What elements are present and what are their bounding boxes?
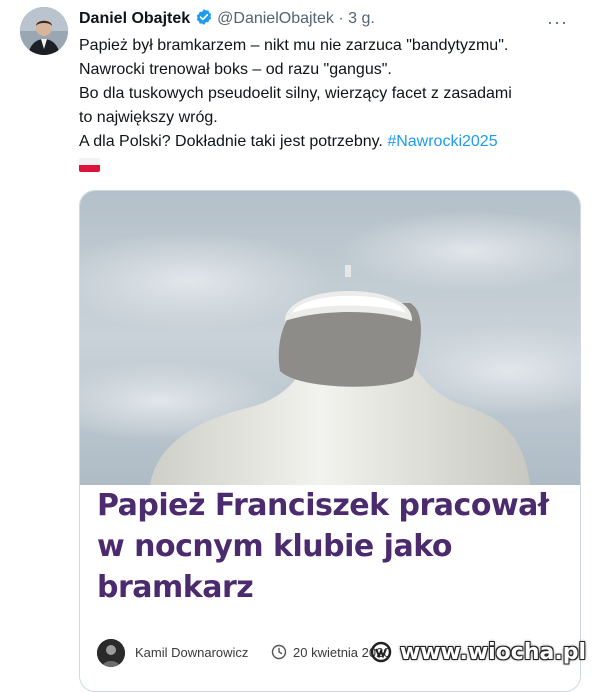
- tweet-text: Papież był bramkarzem – nikt mu nie zarz…: [79, 34, 589, 154]
- timestamp[interactable]: 3 g.: [348, 10, 375, 27]
- card-title[interactable]: Papież Franciszek pracował w nocnym klub…: [97, 485, 567, 608]
- card-author-name: Kamil Downarowicz: [135, 645, 249, 660]
- watermark: www.wiocha.pl: [370, 640, 586, 665]
- tweet-header: Daniel Obajtek @DanielObajtek · 3 g. ···: [79, 8, 586, 33]
- tweet-line: Papież był bramkarzem – nikt mu nie zarz…: [79, 37, 509, 54]
- tweet-line: A dla Polski? Dokładnie taki jest potrze…: [79, 130, 589, 154]
- card-title-line: Papież Franciszek pracował: [97, 488, 549, 523]
- card-title-line: bramkarz: [97, 570, 254, 605]
- tweet-line: Nawrocki trenował boks – od razu "gangus…: [79, 61, 392, 78]
- card-image: [80, 191, 580, 485]
- verified-badge-icon: [195, 8, 213, 33]
- tweet-line: Bo dla tuskowych pseudoelit silny, wierz…: [79, 85, 512, 102]
- link-preview-card[interactable]: Papież Franciszek pracował w nocnym klub…: [79, 190, 581, 692]
- author-handle[interactable]: @DanielObajtek: [217, 10, 334, 27]
- card-author-avatar: [97, 639, 125, 667]
- watermark-text: www.wiocha.pl: [399, 640, 586, 665]
- card-title-line: w nocnym klubie jako: [97, 529, 452, 564]
- separator-dot: ·: [338, 10, 344, 27]
- watermark-logo-icon: [370, 641, 392, 663]
- more-options-icon[interactable]: ···: [547, 11, 568, 33]
- tweet-line: to największy wróg.: [79, 109, 218, 126]
- clock-icon: [271, 644, 287, 663]
- poland-flag-icon: [79, 158, 100, 172]
- author-name[interactable]: Daniel Obajtek: [79, 10, 190, 27]
- tweet-line-text: A dla Polski? Dokładnie taki jest potrze…: [79, 133, 388, 150]
- author-avatar[interactable]: [20, 7, 68, 55]
- hashtag-link[interactable]: #Nawrocki2025: [387, 133, 497, 150]
